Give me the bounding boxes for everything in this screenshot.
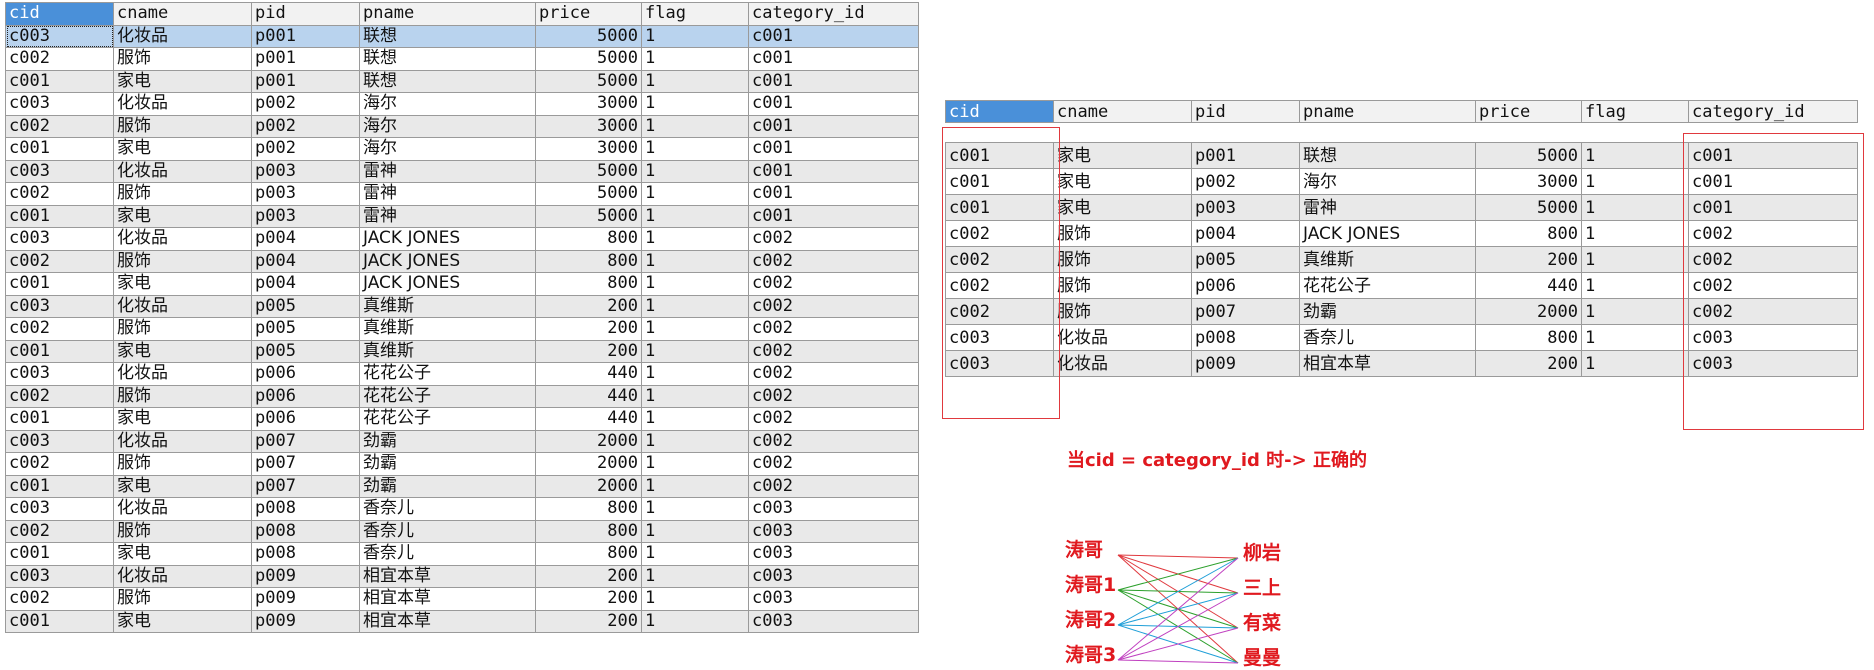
right-person-2: 有菜 xyxy=(1243,612,1282,634)
connection-line-1-0 xyxy=(1117,557,1239,591)
left-person-0: 涛哥 xyxy=(1065,539,1104,561)
right-person-1: 三上 xyxy=(1243,577,1282,599)
left-person-3: 涛哥3 xyxy=(1065,644,1117,666)
connection-line-3-1 xyxy=(1117,592,1239,661)
connection-line-3-0 xyxy=(1117,557,1239,661)
connection-line-0-0 xyxy=(1117,554,1239,559)
left-person-2: 涛哥2 xyxy=(1065,609,1117,631)
connection-line-2-0 xyxy=(1117,557,1239,626)
connection-line-3-2 xyxy=(1117,627,1239,661)
right-person-0: 柳岩 xyxy=(1243,542,1282,564)
left-person-1: 涛哥1 xyxy=(1065,574,1117,596)
cross-join-diagram xyxy=(1117,554,1239,664)
right-person-3: 曼曼 xyxy=(1243,647,1282,669)
connection-line-3-3 xyxy=(1117,659,1239,664)
